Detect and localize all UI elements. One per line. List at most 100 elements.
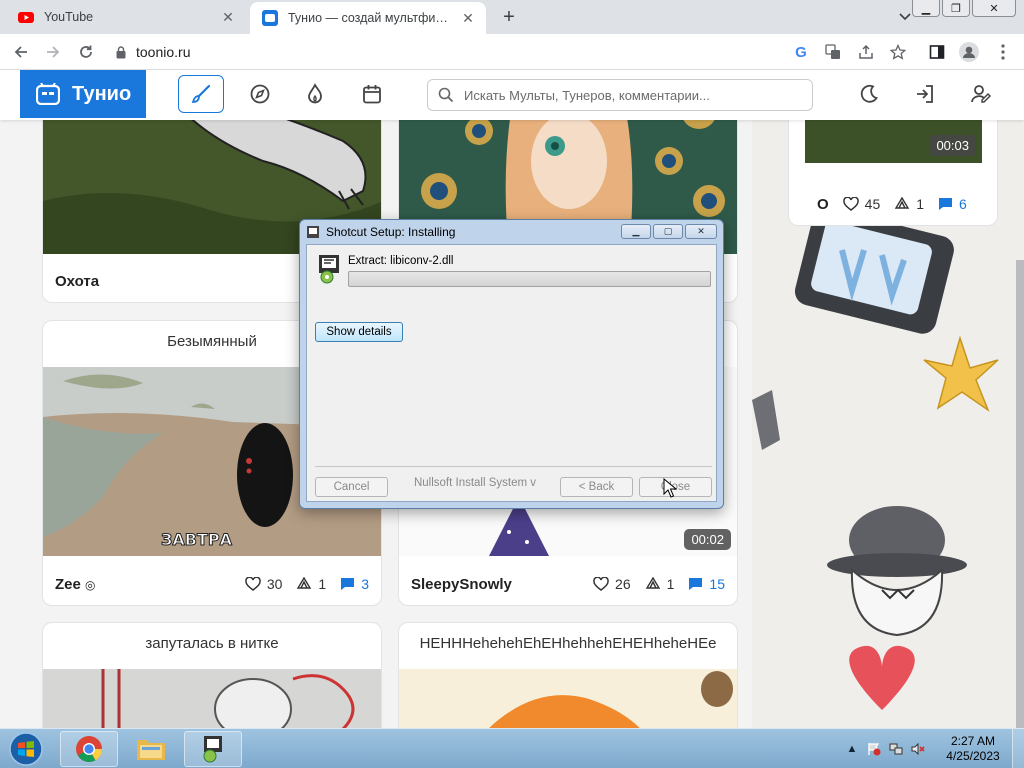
bookmark-star-icon[interactable] bbox=[887, 41, 909, 63]
likes-count: 30 bbox=[266, 576, 283, 592]
reposts-stat[interactable]: 1 bbox=[296, 576, 326, 592]
reposts-stat[interactable]: 1 bbox=[645, 576, 674, 592]
share-icon[interactable] bbox=[855, 41, 877, 63]
extract-status-text: Extract: libiconv-2.dll bbox=[348, 255, 454, 267]
back-arrow-icon[interactable] bbox=[10, 41, 32, 63]
card-meta: Zee ◎ 30 1 3 bbox=[55, 573, 369, 595]
heart-icon bbox=[245, 577, 261, 591]
dialog-minimize-button[interactable]: ▁ bbox=[621, 224, 651, 239]
tab-toonio[interactable]: Тунио — создай мультфильм он ✕ bbox=[250, 2, 486, 34]
comment-icon bbox=[689, 578, 703, 590]
side-panel-icon[interactable] bbox=[926, 41, 948, 63]
repost-icon bbox=[645, 577, 660, 589]
comments-stat[interactable]: 15 bbox=[688, 576, 725, 592]
comments-stat[interactable]: 6 bbox=[938, 196, 967, 212]
tab-youtube[interactable]: YouTube ✕ bbox=[6, 0, 246, 34]
system-tray: ▲ bbox=[845, 729, 925, 768]
cartoon-thumbnail[interactable] bbox=[399, 669, 737, 728]
restore-button[interactable]: ❐ bbox=[942, 0, 970, 17]
likes-stat[interactable]: 45 bbox=[842, 196, 881, 212]
register-button[interactable] bbox=[958, 75, 1004, 113]
reposts-count: 1 bbox=[318, 576, 327, 592]
taskbar-chrome[interactable] bbox=[60, 731, 118, 767]
volume-muted-icon[interactable] bbox=[911, 742, 925, 756]
translate-icon[interactable] bbox=[822, 41, 844, 63]
windows-taskbar: ▲ 2:27 AM 4/25/2023 bbox=[0, 728, 1024, 768]
likes-count: 26 bbox=[615, 576, 631, 592]
show-hidden-icons-icon[interactable]: ▲ bbox=[845, 742, 859, 756]
action-center-flag-icon[interactable] bbox=[867, 742, 881, 756]
show-desktop-button[interactable] bbox=[1012, 729, 1024, 768]
installer-dialog: Shotcut Setup: Installing ▁ ▢ ✕ Extract:… bbox=[299, 219, 724, 509]
author-name[interactable]: Zee ◎ bbox=[55, 576, 231, 593]
toonio-favicon-icon bbox=[262, 10, 278, 26]
taskbar-shotcut-installer[interactable] bbox=[184, 731, 242, 767]
comments-stat[interactable]: 3 bbox=[340, 576, 369, 592]
reload-icon[interactable] bbox=[75, 41, 97, 63]
lock-icon bbox=[116, 45, 126, 58]
duration-badge: 00:02 bbox=[684, 529, 731, 550]
forward-arrow-icon[interactable] bbox=[42, 41, 64, 63]
site-search-input[interactable]: Искать Мульты, Тунеров, комментарии... bbox=[427, 79, 813, 111]
cartoon-card[interactable]: НЕНННеhehehЕhЕНhehhehЕНЕНheheНЕе bbox=[398, 622, 738, 728]
dialog-maximize-button[interactable]: ▢ bbox=[653, 224, 683, 239]
likes-stat[interactable]: 30 bbox=[245, 576, 283, 592]
folder-icon bbox=[137, 740, 165, 760]
close-icon[interactable]: ✕ bbox=[460, 10, 476, 26]
address-bar[interactable]: toonio.ru bbox=[116, 41, 190, 63]
repost-icon bbox=[895, 197, 910, 209]
nav-explore-button[interactable] bbox=[237, 75, 283, 113]
back-button[interactable]: < Back bbox=[560, 477, 633, 497]
search-icon bbox=[438, 87, 454, 103]
cartoon-thumbnail[interactable] bbox=[43, 669, 381, 728]
close-icon[interactable]: ✕ bbox=[220, 9, 236, 25]
user-edit-icon bbox=[971, 85, 992, 103]
flame-icon bbox=[308, 83, 322, 104]
window-close-button[interactable]: ✕ bbox=[972, 0, 1016, 17]
verified-badge-icon: ◎ bbox=[85, 577, 96, 592]
tab-title: YouTube bbox=[44, 10, 94, 24]
new-tab-button[interactable]: + bbox=[498, 6, 520, 28]
heart-icon bbox=[593, 577, 609, 591]
show-details-button[interactable]: Show details bbox=[315, 322, 403, 342]
nav-popular-button[interactable] bbox=[292, 75, 338, 113]
installer-app-icon bbox=[307, 226, 319, 238]
author-name[interactable]: SleepySnowly bbox=[411, 576, 579, 593]
google-icon[interactable]: G bbox=[790, 41, 812, 63]
nav-calendar-button[interactable] bbox=[349, 75, 395, 113]
youtube-icon bbox=[18, 12, 34, 23]
scrollbar-track[interactable] bbox=[1016, 260, 1024, 728]
nsis-branding-text: Nullsoft Install System v bbox=[413, 477, 537, 489]
login-button[interactable] bbox=[902, 75, 948, 113]
cartoon-card[interactable]: запуталась в нитке bbox=[42, 622, 382, 728]
likes-count: 45 bbox=[864, 196, 881, 212]
menu-dots-icon[interactable] bbox=[992, 41, 1014, 63]
toonio-logo[interactable]: Тунио bbox=[20, 70, 146, 118]
cartoon-title[interactable]: НЕНННеhehehЕhЕНhehhehЕНЕНheheНЕе bbox=[399, 635, 737, 652]
reposts-stat[interactable]: 1 bbox=[894, 196, 924, 212]
card-meta: О 45 1 6 bbox=[817, 193, 985, 215]
author-name[interactable]: Охота bbox=[55, 273, 317, 290]
profile-avatar-icon[interactable] bbox=[958, 41, 980, 63]
likes-stat[interactable]: 26 bbox=[593, 576, 631, 592]
dark-mode-button[interactable] bbox=[846, 75, 892, 113]
cancel-button[interactable]: Cancel bbox=[315, 477, 388, 497]
dialog-close-button[interactable]: ✕ bbox=[685, 224, 717, 239]
start-button[interactable] bbox=[6, 731, 46, 767]
taskbar-clock[interactable]: 2:27 AM 4/25/2023 bbox=[938, 734, 1008, 764]
network-icon[interactable] bbox=[889, 742, 903, 756]
author-name[interactable]: О bbox=[817, 196, 829, 213]
heart-icon bbox=[842, 197, 859, 211]
site-header: Тунио Искать Мульты, Тунеров, комментари… bbox=[0, 70, 1024, 120]
mouse-cursor-icon bbox=[663, 478, 677, 498]
tab-title: Тунио — создай мультфильм он bbox=[288, 11, 454, 25]
tab-strip: YouTube ✕ Тунио — создай мультфильм он ✕… bbox=[0, 0, 1024, 34]
nav-draw-button[interactable] bbox=[178, 75, 224, 113]
taskbar-explorer[interactable] bbox=[122, 731, 180, 767]
clock-date: 4/25/2023 bbox=[946, 749, 1000, 763]
cartoon-title[interactable]: запуталась в нитке bbox=[43, 635, 381, 652]
minimize-button[interactable]: ▁ bbox=[912, 0, 940, 17]
calendar-icon bbox=[363, 85, 381, 104]
brush-icon bbox=[191, 84, 211, 103]
repost-icon bbox=[297, 577, 312, 589]
